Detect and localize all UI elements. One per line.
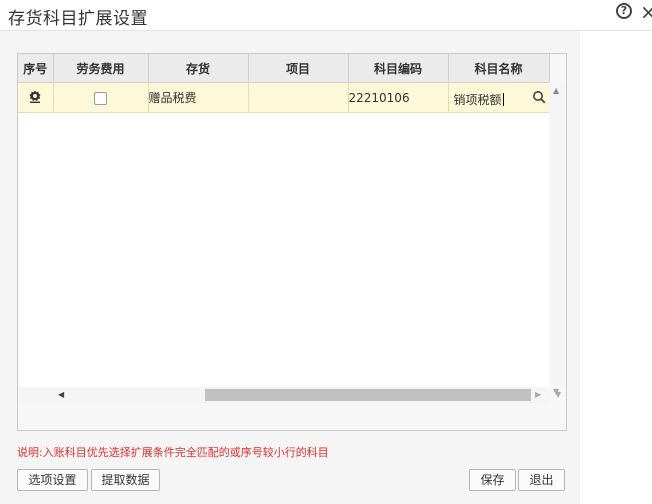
vertical-scrollbar[interactable]: ▲ ▼: [549, 82, 566, 396]
account-name-input[interactable]: 销项税额: [454, 91, 504, 108]
table-row[interactable]: 赠品税费 22210106 销项税额: [18, 82, 550, 113]
horizontal-scrollbar[interactable]: ◀ ▶ ▼: [18, 387, 561, 404]
subject-grid: 序号 劳务费用 存货 项目 科目编码 科目名称 赠品税费 22210106 销项…: [18, 54, 550, 113]
options-settings-button[interactable]: 选项设置: [17, 469, 88, 491]
col-header-account-name[interactable]: 科目名称: [448, 54, 550, 83]
help-icon[interactable]: ?: [616, 3, 632, 19]
scroll-up-icon[interactable]: ▲: [553, 86, 559, 95]
instruction-note: 说明:入账科目优先选择扩展条件完全匹配的或序号较小行的科目: [17, 446, 329, 459]
save-button[interactable]: 保存: [469, 469, 516, 491]
col-header-account-code[interactable]: 科目编码: [348, 54, 449, 83]
row-settings-cell[interactable]: [18, 82, 54, 113]
fetch-data-button[interactable]: 提取数据: [91, 469, 160, 491]
gear-icon[interactable]: [28, 89, 42, 107]
project-cell[interactable]: [248, 82, 349, 113]
col-header-index[interactable]: 序号: [18, 54, 54, 83]
col-header-project[interactable]: 项目: [248, 54, 349, 83]
scroll-corner-down-icon: ▼: [555, 390, 562, 399]
account-code-cell[interactable]: 22210106: [348, 82, 449, 113]
grid-header-row: 序号 劳务费用 存货 项目 科目编码 科目名称: [18, 54, 550, 83]
inventory-cell[interactable]: 赠品税费: [148, 82, 249, 113]
horizontal-scroll-thumb[interactable]: [205, 389, 531, 401]
dialog-title: 存货科目扩展设置: [8, 9, 148, 29]
close-icon[interactable]: ×: [640, 0, 652, 24]
search-icon[interactable]: [532, 90, 546, 104]
service-fee-cell[interactable]: [53, 82, 149, 113]
col-header-service-fee[interactable]: 劳务费用: [53, 54, 149, 83]
exit-button[interactable]: 退出: [518, 469, 565, 491]
account-name-value: 销项税额: [453, 93, 502, 107]
col-header-inventory[interactable]: 存货: [148, 54, 249, 83]
scroll-left-icon[interactable]: ◀: [58, 390, 64, 399]
service-fee-checkbox[interactable]: [94, 91, 107, 105]
text-caret: [502, 93, 504, 106]
scroll-right-icon[interactable]: ▶: [535, 390, 541, 399]
account-name-cell[interactable]: 销项税额: [447, 82, 550, 113]
